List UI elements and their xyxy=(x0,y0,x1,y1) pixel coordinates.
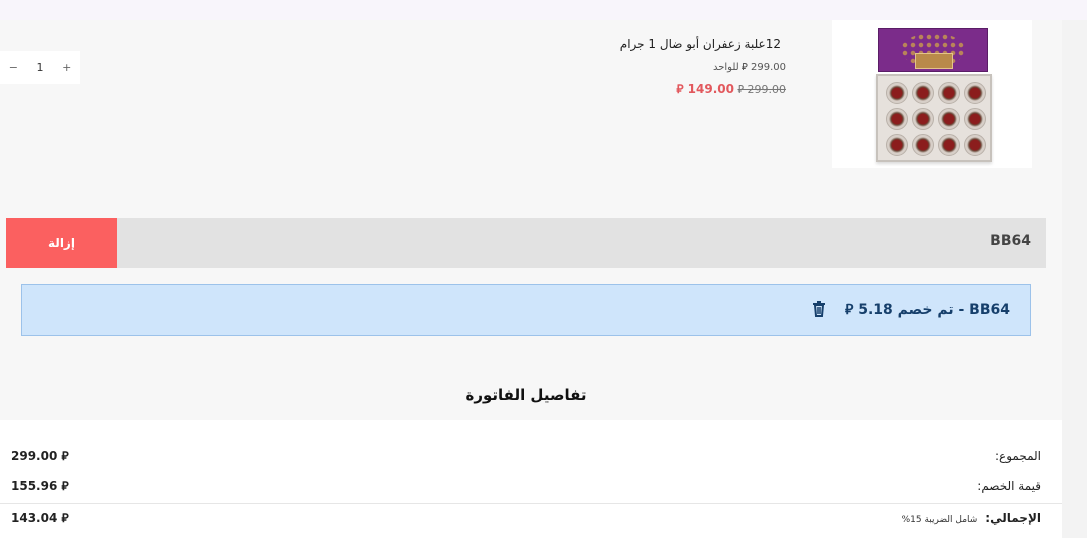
total-label-text: الإجمالي: xyxy=(985,511,1041,525)
saffron-tin xyxy=(938,108,960,130)
saffron-tin xyxy=(886,134,908,156)
saffron-tin xyxy=(912,108,934,130)
invoice-title: تفاصيل الفاتورة xyxy=(465,386,587,404)
saffron-tin xyxy=(964,82,986,104)
lid-label xyxy=(915,53,953,69)
subtotal-row: المجموع: 299.00 ⃁ xyxy=(0,442,1062,472)
saffron-box-lid xyxy=(878,28,988,72)
sale-price: ⃁ 149.00 xyxy=(676,82,734,96)
saffron-tin xyxy=(964,108,986,130)
subtotal-value: 299.00 ⃁ xyxy=(11,449,69,463)
unit-price: 299.00 ⃁ للواحد xyxy=(712,62,786,73)
top-strip xyxy=(0,0,1087,20)
subtotal-label: المجموع: xyxy=(994,449,1041,463)
saffron-tin xyxy=(886,108,908,130)
discount-label: قيمة الخصم: xyxy=(977,479,1041,493)
total-row: الإجمالي: شامل الضريبة 15% 143.04 ⃁ xyxy=(0,504,1062,534)
coupon-bar: إزالة BB64 xyxy=(6,218,1046,268)
saffron-tray xyxy=(876,74,992,162)
total-label: الإجمالي: شامل الضريبة 15% xyxy=(902,511,1041,525)
coupon-applied-notice: BB64 - تم خصم 5.18 ⃁ xyxy=(21,284,1031,336)
product-title[interactable]: 12علبة زعفران أبو ضال 1 جرام xyxy=(620,37,781,51)
saffron-tin xyxy=(912,134,934,156)
coupon-code: BB64 xyxy=(990,233,1031,249)
product-image[interactable] xyxy=(832,20,1032,168)
saffron-tin xyxy=(886,82,908,104)
saffron-tin xyxy=(938,134,960,156)
saffron-tin xyxy=(938,82,960,104)
discount-value: 155.96 ⃁ xyxy=(11,479,69,493)
original-price: ⃁ 299.00 xyxy=(737,83,786,96)
increase-quantity-button[interactable]: + xyxy=(53,61,80,74)
invoice-summary: المجموع: 299.00 ⃁ قيمة الخصم: 155.96 ⃁ ا… xyxy=(0,420,1062,538)
remove-coupon-button[interactable]: إزالة xyxy=(6,218,117,268)
discount-row: قيمة الخصم: 155.96 ⃁ xyxy=(0,472,1062,502)
trash-icon[interactable] xyxy=(811,300,827,318)
saffron-tin xyxy=(912,82,934,104)
decrease-quantity-button[interactable]: − xyxy=(0,61,27,74)
quantity-value[interactable]: 1 xyxy=(27,61,54,74)
discount-text: BB64 - تم خصم 5.18 ⃁ xyxy=(845,302,1010,318)
saffron-tin xyxy=(964,134,986,156)
page-gutter xyxy=(1062,20,1087,538)
quantity-stepper[interactable]: − 1 + xyxy=(0,51,80,84)
total-value: 143.04 ⃁ xyxy=(11,511,69,525)
price-row: ⃁ 149.00 ⃁ 299.00 xyxy=(672,82,786,97)
tax-note: شامل الضريبة 15% xyxy=(901,515,978,525)
